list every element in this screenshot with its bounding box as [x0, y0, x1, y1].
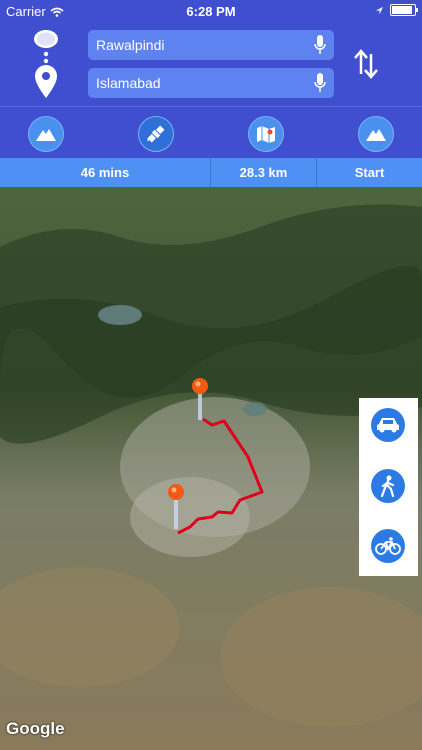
destination-mic-icon[interactable] — [314, 73, 326, 93]
walk-icon — [380, 475, 395, 497]
travel-mode-panel — [359, 398, 418, 576]
origin-input[interactable]: Rawalpindi — [88, 30, 334, 60]
start-button[interactable]: Start — [317, 158, 422, 187]
car-icon — [377, 418, 399, 433]
distance-label: 28.3 km — [211, 158, 317, 187]
route-info-bar: 46 mins 28.3 km Start — [0, 158, 422, 187]
map-type-bar — [0, 106, 422, 159]
location-arrow-icon — [375, 6, 384, 14]
map-icon — [257, 126, 275, 143]
walk-mode-button[interactable] — [371, 469, 405, 503]
bicycle-icon — [375, 537, 401, 555]
swap-icon[interactable] — [352, 48, 380, 80]
destination-input[interactable]: Islamabad — [88, 68, 334, 98]
origin-mic-icon[interactable] — [314, 35, 326, 55]
google-attribution: Google — [6, 719, 65, 738]
map-mode-button[interactable] — [248, 116, 284, 152]
car-mode-button[interactable] — [371, 408, 405, 442]
terrain-mode-button[interactable] — [28, 116, 64, 152]
origin-destination-icon — [34, 30, 58, 98]
destination-value: Islamabad — [96, 75, 161, 91]
battery-icon — [390, 4, 418, 16]
route-header: Rawalpindi Islamabad — [0, 22, 422, 106]
hybrid-mode-button[interactable] — [358, 116, 394, 152]
bicycle-mode-button[interactable] — [371, 529, 405, 563]
terrain-icon — [366, 129, 386, 141]
satellite-mode-button[interactable] — [138, 116, 174, 152]
terrain-icon — [36, 129, 56, 141]
status-bar: Carrier 6:28 PM — [0, 0, 422, 22]
origin-value: Rawalpindi — [96, 37, 165, 53]
satellite-icon — [147, 125, 165, 143]
status-time: 6:28 PM — [186, 4, 236, 19]
duration-label: 46 mins — [0, 158, 211, 187]
